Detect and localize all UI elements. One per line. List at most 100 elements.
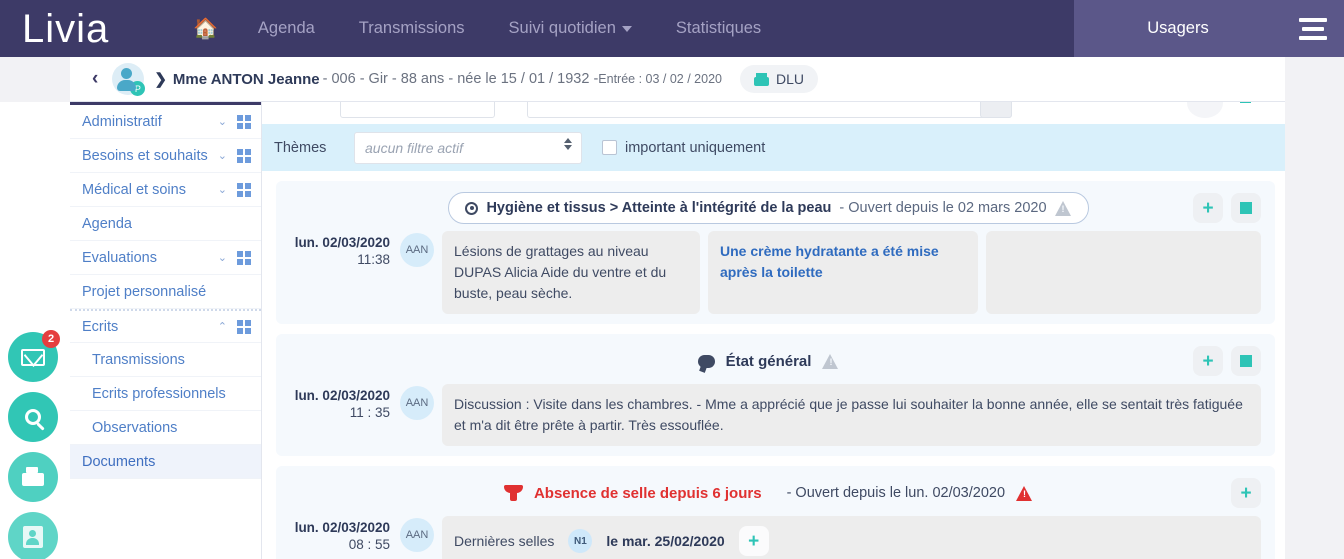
dlu-button[interactable]: DLU	[739, 65, 818, 93]
card-title: Hygiène et tissus > Atteinte à l'intégri…	[486, 200, 832, 216]
sidebar-item-ecrits[interactable]: Ecrits ⌃	[70, 309, 261, 343]
transmission-card: Hygiène et tissus > Atteinte à l'intégri…	[276, 181, 1275, 324]
square-icon[interactable]	[1240, 102, 1251, 103]
card-title-group[interactable]: Absence de selle depuis 6 jours - Ouvert …	[503, 484, 1033, 502]
chevron-down-icon[interactable]: ⌄	[218, 115, 227, 128]
chevron-down-icon[interactable]: ⌄	[218, 251, 227, 264]
row-bubble[interactable]: Une crème hydratante a été mise après la…	[708, 231, 978, 314]
row-bubble[interactable]: Discussion : Visite dans les chambres. -…	[442, 384, 1261, 446]
nav-usagers[interactable]: Usagers	[1074, 0, 1282, 57]
card-actions: +	[1193, 346, 1261, 376]
close-target-button[interactable]	[1231, 193, 1261, 223]
chevron-down-icon	[621, 25, 632, 32]
sidebar-item-label: Documents	[82, 453, 156, 470]
sidebar-item-besoins-et-souhaits[interactable]: Besoins et souhaits ⌄	[70, 139, 261, 173]
partial-input-2[interactable]	[527, 102, 1012, 118]
sidebar-item-projet-personnalis[interactable]: Projet personnalisé	[70, 275, 261, 309]
printer-icon	[22, 467, 44, 487]
add-button[interactable]: +	[1193, 193, 1223, 223]
grid-icon[interactable]	[237, 114, 251, 129]
card-title-pill[interactable]: Hygiène et tissus > Atteinte à l'intégri…	[448, 192, 1089, 224]
row-bubble[interactable]	[986, 231, 1261, 314]
card-header: Absence de selle depuis 6 jours - Ouvert …	[276, 476, 1275, 510]
breadcrumb: ‹ P ❯ Mme ANTON Jeanne - 006 - Gir - 88 …	[70, 57, 1285, 102]
grid-icon[interactable]	[237, 148, 251, 163]
avatar-badge: P	[130, 81, 146, 96]
hamburger-menu-icon[interactable]	[1282, 0, 1344, 57]
sidebar-item-transmissions[interactable]: Transmissions	[70, 343, 261, 377]
sidebar-item-label: Ecrits professionnels	[92, 385, 226, 402]
sidebar-item-documents[interactable]: Documents	[70, 445, 261, 479]
sidebar-item-label: Médical et soins	[82, 181, 186, 198]
sidebar-item-label: Administratif	[82, 113, 162, 130]
row-bubbles: Lésions de grattages au niveau DUPAS Ali…	[442, 231, 1261, 314]
chevron-down-icon[interactable]: ⌄	[218, 183, 227, 196]
sidebar-item-label: Observations	[92, 419, 178, 436]
row-avatar: AAN	[400, 233, 434, 267]
top-navigation-bar: Livia 🏠 Agenda Transmissions Suivi quoti…	[0, 0, 1344, 57]
important-only-checkbox-wrapper[interactable]: important uniquement	[602, 140, 765, 156]
row-time: 08 : 55	[348, 537, 390, 552]
comment-icon	[697, 354, 715, 368]
add-button[interactable]: +	[1231, 478, 1261, 508]
grid-icon[interactable]	[237, 250, 251, 265]
right-gutter	[1285, 57, 1344, 559]
transmission-cards: Hygiène et tissus > Atteinte à l'intégri…	[262, 171, 1285, 559]
nav-statistiques[interactable]: Statistiques	[654, 19, 783, 38]
sidebar-item-label: Agenda	[82, 215, 132, 232]
contacts-button[interactable]	[8, 512, 58, 559]
app-logo[interactable]: Livia	[0, 9, 175, 49]
add-entry-button[interactable]: +	[738, 526, 769, 556]
patient-entry-date: Entrée : 03 / 02 / 2020	[598, 72, 722, 86]
sidebar-item-agenda[interactable]: Agenda	[70, 207, 261, 241]
warning-icon	[1016, 485, 1033, 501]
sidebar-item-evaluations[interactable]: Evaluations ⌄	[70, 241, 261, 275]
sidebar-item-label: Ecrits	[82, 318, 119, 335]
sidebar-item-ecrits-professionnels[interactable]: Ecrits professionnels	[70, 377, 261, 411]
nav-home[interactable]: 🏠	[175, 16, 236, 41]
dlu-label: DLU	[775, 71, 804, 87]
sidebar-item-administratif[interactable]: Administratif ⌄	[70, 105, 261, 139]
nav-transmissions[interactable]: Transmissions	[337, 19, 487, 38]
partial-dropdown[interactable]	[980, 102, 1012, 118]
row-datetime: lun. 02/03/2020 11:38	[290, 231, 390, 267]
partial-input-1[interactable]	[340, 102, 495, 118]
nav-items: 🏠 Agenda Transmissions Suivi quotidien S…	[175, 16, 1074, 41]
avatar: P	[112, 63, 146, 96]
square-icon	[1240, 202, 1252, 214]
card-title-group[interactable]: État général	[697, 353, 839, 370]
mail-button[interactable]: 2	[8, 330, 60, 382]
nav-agenda[interactable]: Agenda	[236, 19, 337, 38]
row-date: lun. 02/03/2020	[294, 235, 390, 250]
add-button[interactable]: +	[1193, 346, 1223, 376]
card-actions: +	[1193, 193, 1261, 223]
theme-select[interactable]: aucun filtre actif	[354, 131, 582, 164]
patient-name: Mme ANTON Jeanne	[172, 70, 320, 88]
row-bubble[interactable]: Lésions de grattages au niveau DUPAS Ali…	[442, 231, 700, 314]
transmission-row: lun. 02/03/2020 08 : 55 AAN Dernières selle…	[276, 510, 1275, 559]
chevron-down-icon[interactable]: ⌄	[218, 149, 227, 162]
target-icon	[465, 201, 479, 215]
back-button[interactable]: ‹	[82, 68, 108, 90]
toilet-icon	[503, 485, 523, 501]
row-bubble-inline[interactable]: Dernières selles N1 le mar. 25/02/2020 +	[442, 516, 1261, 559]
partial-filter-row: +	[262, 102, 1285, 124]
important-only-checkbox[interactable]	[602, 140, 617, 155]
plus-icon[interactable]: +	[1199, 102, 1208, 107]
print-button[interactable]	[8, 452, 58, 502]
search-button[interactable]	[8, 392, 58, 442]
row-bubbles: Discussion : Visite dans les chambres. -…	[442, 384, 1261, 446]
nav-suivi-quotidien[interactable]: Suivi quotidien	[487, 19, 654, 38]
logo-text: Livia	[22, 6, 110, 51]
nav-usagers-label: Usagers	[1147, 19, 1209, 37]
card-title: Absence de selle depuis 6 jours	[533, 484, 762, 502]
sidebar-item-label: Transmissions	[92, 351, 185, 368]
chevron-up-icon[interactable]: ⌃	[218, 320, 227, 333]
grid-icon[interactable]	[237, 319, 251, 334]
row-inline-date: le mar. 25/02/2020	[606, 532, 725, 549]
sidebar-item-observations[interactable]: Observations	[70, 411, 261, 445]
grid-icon[interactable]	[237, 182, 251, 197]
nav-suivi-label: Suivi quotidien	[508, 19, 616, 37]
close-target-button[interactable]	[1231, 346, 1261, 376]
sidebar-item-m-dical-et-soins[interactable]: Médical et soins ⌄	[70, 173, 261, 207]
